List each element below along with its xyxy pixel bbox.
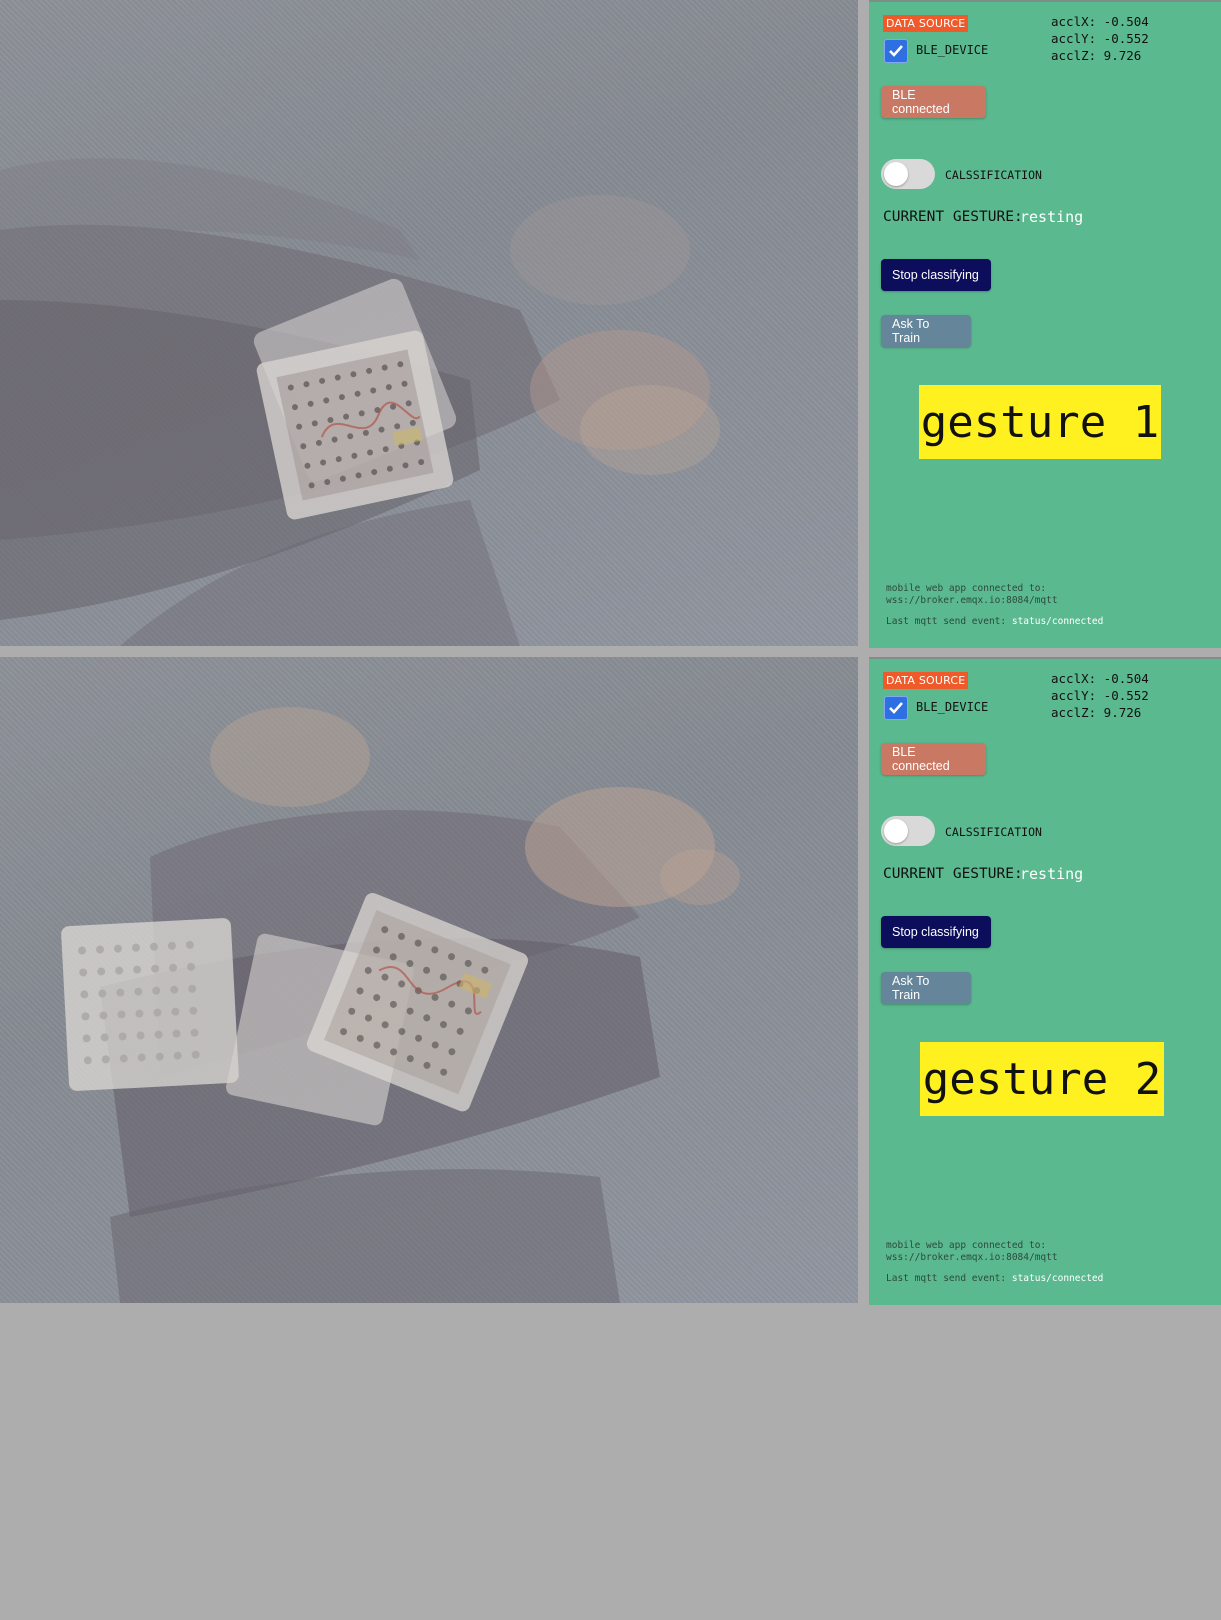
ble-device-label: BLE_DEVICE bbox=[916, 700, 989, 714]
ble-device-label: BLE_DEVICE bbox=[916, 43, 989, 57]
accl-z: acclZ: 9.726 bbox=[1051, 48, 1142, 63]
current-gesture-label: CURRENT GESTURE: bbox=[883, 866, 1023, 882]
connection-info: mobile web app connected to: wss://broke… bbox=[886, 1240, 1058, 1264]
gesture-banner: gesture 1 bbox=[919, 385, 1161, 459]
last-mqtt-event-value: status/connected bbox=[1011, 1273, 1104, 1284]
capture-row-1: DATA SOURCE BLE_DEVICE acclX: -0.504 acc… bbox=[0, 0, 1221, 648]
classification-label: CALSSIFICATION bbox=[945, 825, 1042, 839]
accelerometer-readout: acclX: -0.504 acclY: -0.552 acclZ: 9.726 bbox=[1051, 13, 1149, 64]
connection-info-url: wss://broker.emqx.io:8084/mqtt bbox=[886, 1252, 1058, 1263]
ble-connected-button[interactable]: BLE connected bbox=[881, 743, 986, 775]
last-mqtt-event: Last mqtt send event: status/connected bbox=[886, 1273, 1103, 1284]
ask-to-train-button[interactable]: Ask To Train bbox=[881, 315, 971, 347]
classification-toggle[interactable] bbox=[881, 159, 935, 189]
data-source-badge: DATA SOURCE bbox=[883, 15, 969, 32]
last-mqtt-event-value: status/connected bbox=[1011, 616, 1104, 627]
current-gesture-value: resting bbox=[1020, 208, 1084, 226]
ble-connected-button[interactable]: BLE connected bbox=[881, 86, 986, 118]
checkmark-icon bbox=[889, 45, 903, 57]
stop-classifying-button[interactable]: Stop classifying bbox=[881, 259, 991, 291]
last-mqtt-event: Last mqtt send event: status/connected bbox=[886, 616, 1103, 627]
toggle-knob bbox=[884, 819, 908, 843]
accl-y: acclY: -0.552 bbox=[1051, 688, 1149, 703]
accl-z: acclZ: 9.726 bbox=[1051, 705, 1142, 720]
gesture-banner: gesture 2 bbox=[920, 1042, 1164, 1116]
stop-classifying-button[interactable]: Stop classifying bbox=[881, 916, 991, 948]
gesture-photo-1 bbox=[0, 0, 858, 646]
accl-x: acclX: -0.504 bbox=[1051, 14, 1149, 29]
classification-toggle[interactable] bbox=[881, 816, 935, 846]
app-panel-1: DATA SOURCE BLE_DEVICE acclX: -0.504 acc… bbox=[869, 0, 1221, 648]
data-source-badge: DATA SOURCE bbox=[883, 672, 969, 689]
connection-info-line1: mobile web app connected to: bbox=[886, 1240, 1047, 1251]
current-gesture-value: resting bbox=[1020, 865, 1084, 883]
classification-label: CALSSIFICATION bbox=[945, 168, 1042, 182]
ask-to-train-button[interactable]: Ask To Train bbox=[881, 972, 971, 1004]
connection-info-url: wss://broker.emqx.io:8084/mqtt bbox=[886, 595, 1058, 606]
last-mqtt-event-label: Last mqtt send event: bbox=[886, 616, 1007, 627]
accelerometer-readout: acclX: -0.504 acclY: -0.552 acclZ: 9.726 bbox=[1051, 670, 1149, 721]
accl-y: acclY: -0.552 bbox=[1051, 31, 1149, 46]
current-gesture-label: CURRENT GESTURE: bbox=[883, 209, 1023, 225]
gesture-photo-2 bbox=[0, 657, 858, 1303]
checkmark-icon bbox=[889, 702, 903, 714]
connection-info: mobile web app connected to: wss://broke… bbox=[886, 583, 1058, 607]
toggle-knob bbox=[884, 162, 908, 186]
capture-row-2: DATA SOURCE BLE_DEVICE acclX: -0.504 acc… bbox=[0, 657, 1221, 1305]
ble-device-checkbox[interactable] bbox=[884, 39, 908, 63]
accl-x: acclX: -0.504 bbox=[1051, 671, 1149, 686]
last-mqtt-event-label: Last mqtt send event: bbox=[886, 1273, 1007, 1284]
app-panel-2: DATA SOURCE BLE_DEVICE acclX: -0.504 acc… bbox=[869, 657, 1221, 1305]
ble-device-checkbox[interactable] bbox=[884, 696, 908, 720]
connection-info-line1: mobile web app connected to: bbox=[886, 583, 1047, 594]
